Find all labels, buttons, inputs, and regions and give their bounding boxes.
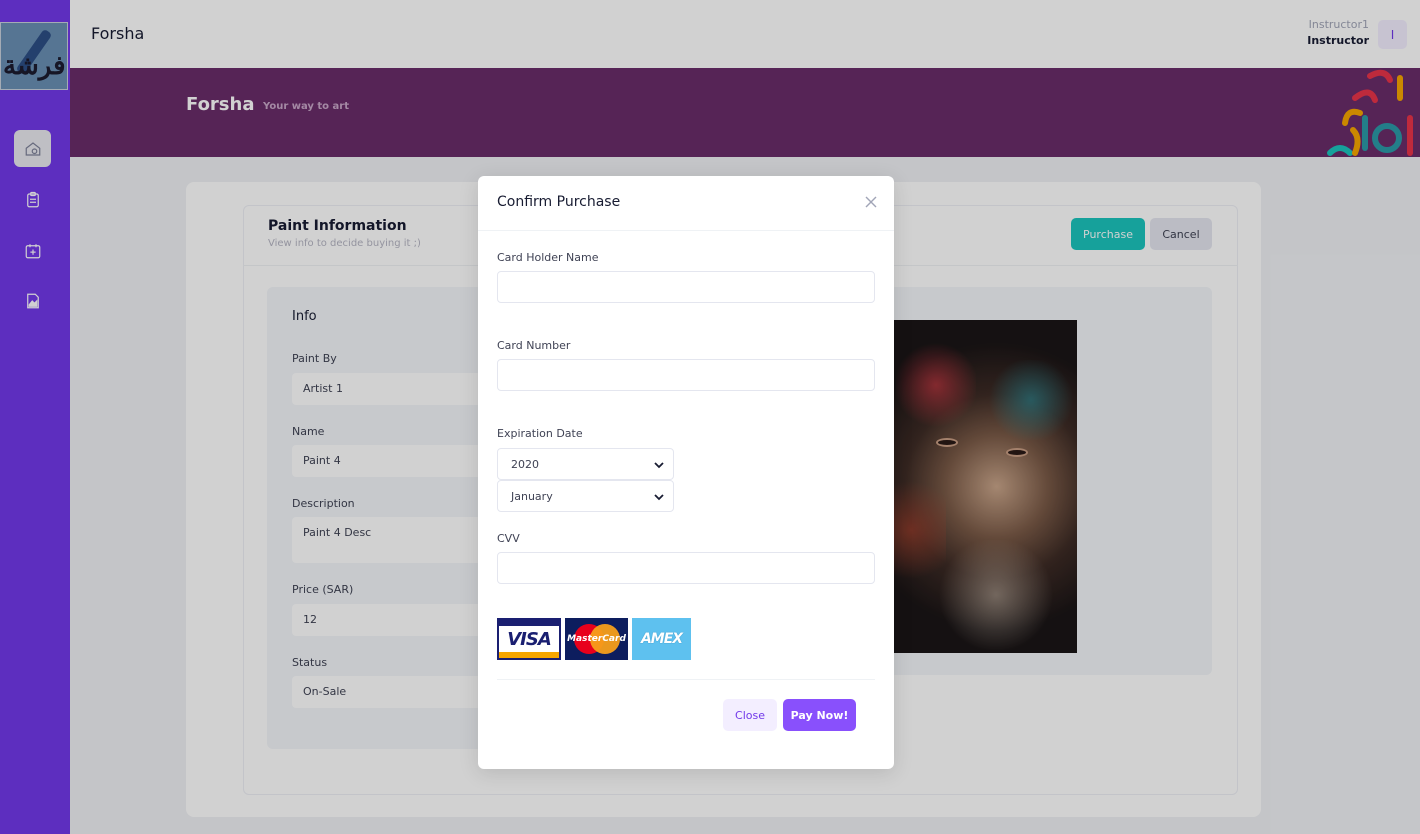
card-number-label: Card Number — [497, 339, 571, 352]
expiration-year-value: 2020 — [511, 458, 539, 471]
card-holder-label: Card Holder Name — [497, 251, 599, 264]
expiration-month-value: January — [511, 490, 553, 503]
chevron-down-icon — [654, 494, 664, 501]
expiration-month-select[interactable]: January — [497, 480, 674, 512]
cvv-label: CVV — [497, 532, 520, 545]
cvv-input[interactable] — [497, 552, 875, 584]
modal-title: Confirm Purchase — [497, 194, 621, 210]
amex-label: AMEX — [640, 631, 683, 647]
close-icon[interactable] — [864, 195, 878, 209]
expiration-label: Expiration Date — [497, 427, 583, 440]
expiration-year-select[interactable]: 2020 — [497, 448, 674, 480]
card-number-input[interactable] — [497, 359, 875, 391]
pay-now-button[interactable]: Pay Now! — [783, 699, 856, 731]
mastercard-label: MasterCard — [567, 634, 626, 644]
chevron-down-icon — [654, 462, 664, 469]
visa-label: VISA — [507, 628, 552, 650]
confirm-purchase-modal: Confirm Purchase Card Holder Name Card N… — [478, 176, 894, 769]
visa-logo-icon: VISA — [497, 618, 561, 660]
mastercard-logo-icon: MasterCard — [565, 618, 628, 660]
modal-footer-divider — [497, 679, 875, 680]
amex-logo-icon: AMEX — [632, 618, 691, 660]
close-button[interactable]: Close — [723, 699, 777, 731]
modal-header-divider — [478, 230, 894, 231]
card-holder-input[interactable] — [497, 271, 875, 303]
